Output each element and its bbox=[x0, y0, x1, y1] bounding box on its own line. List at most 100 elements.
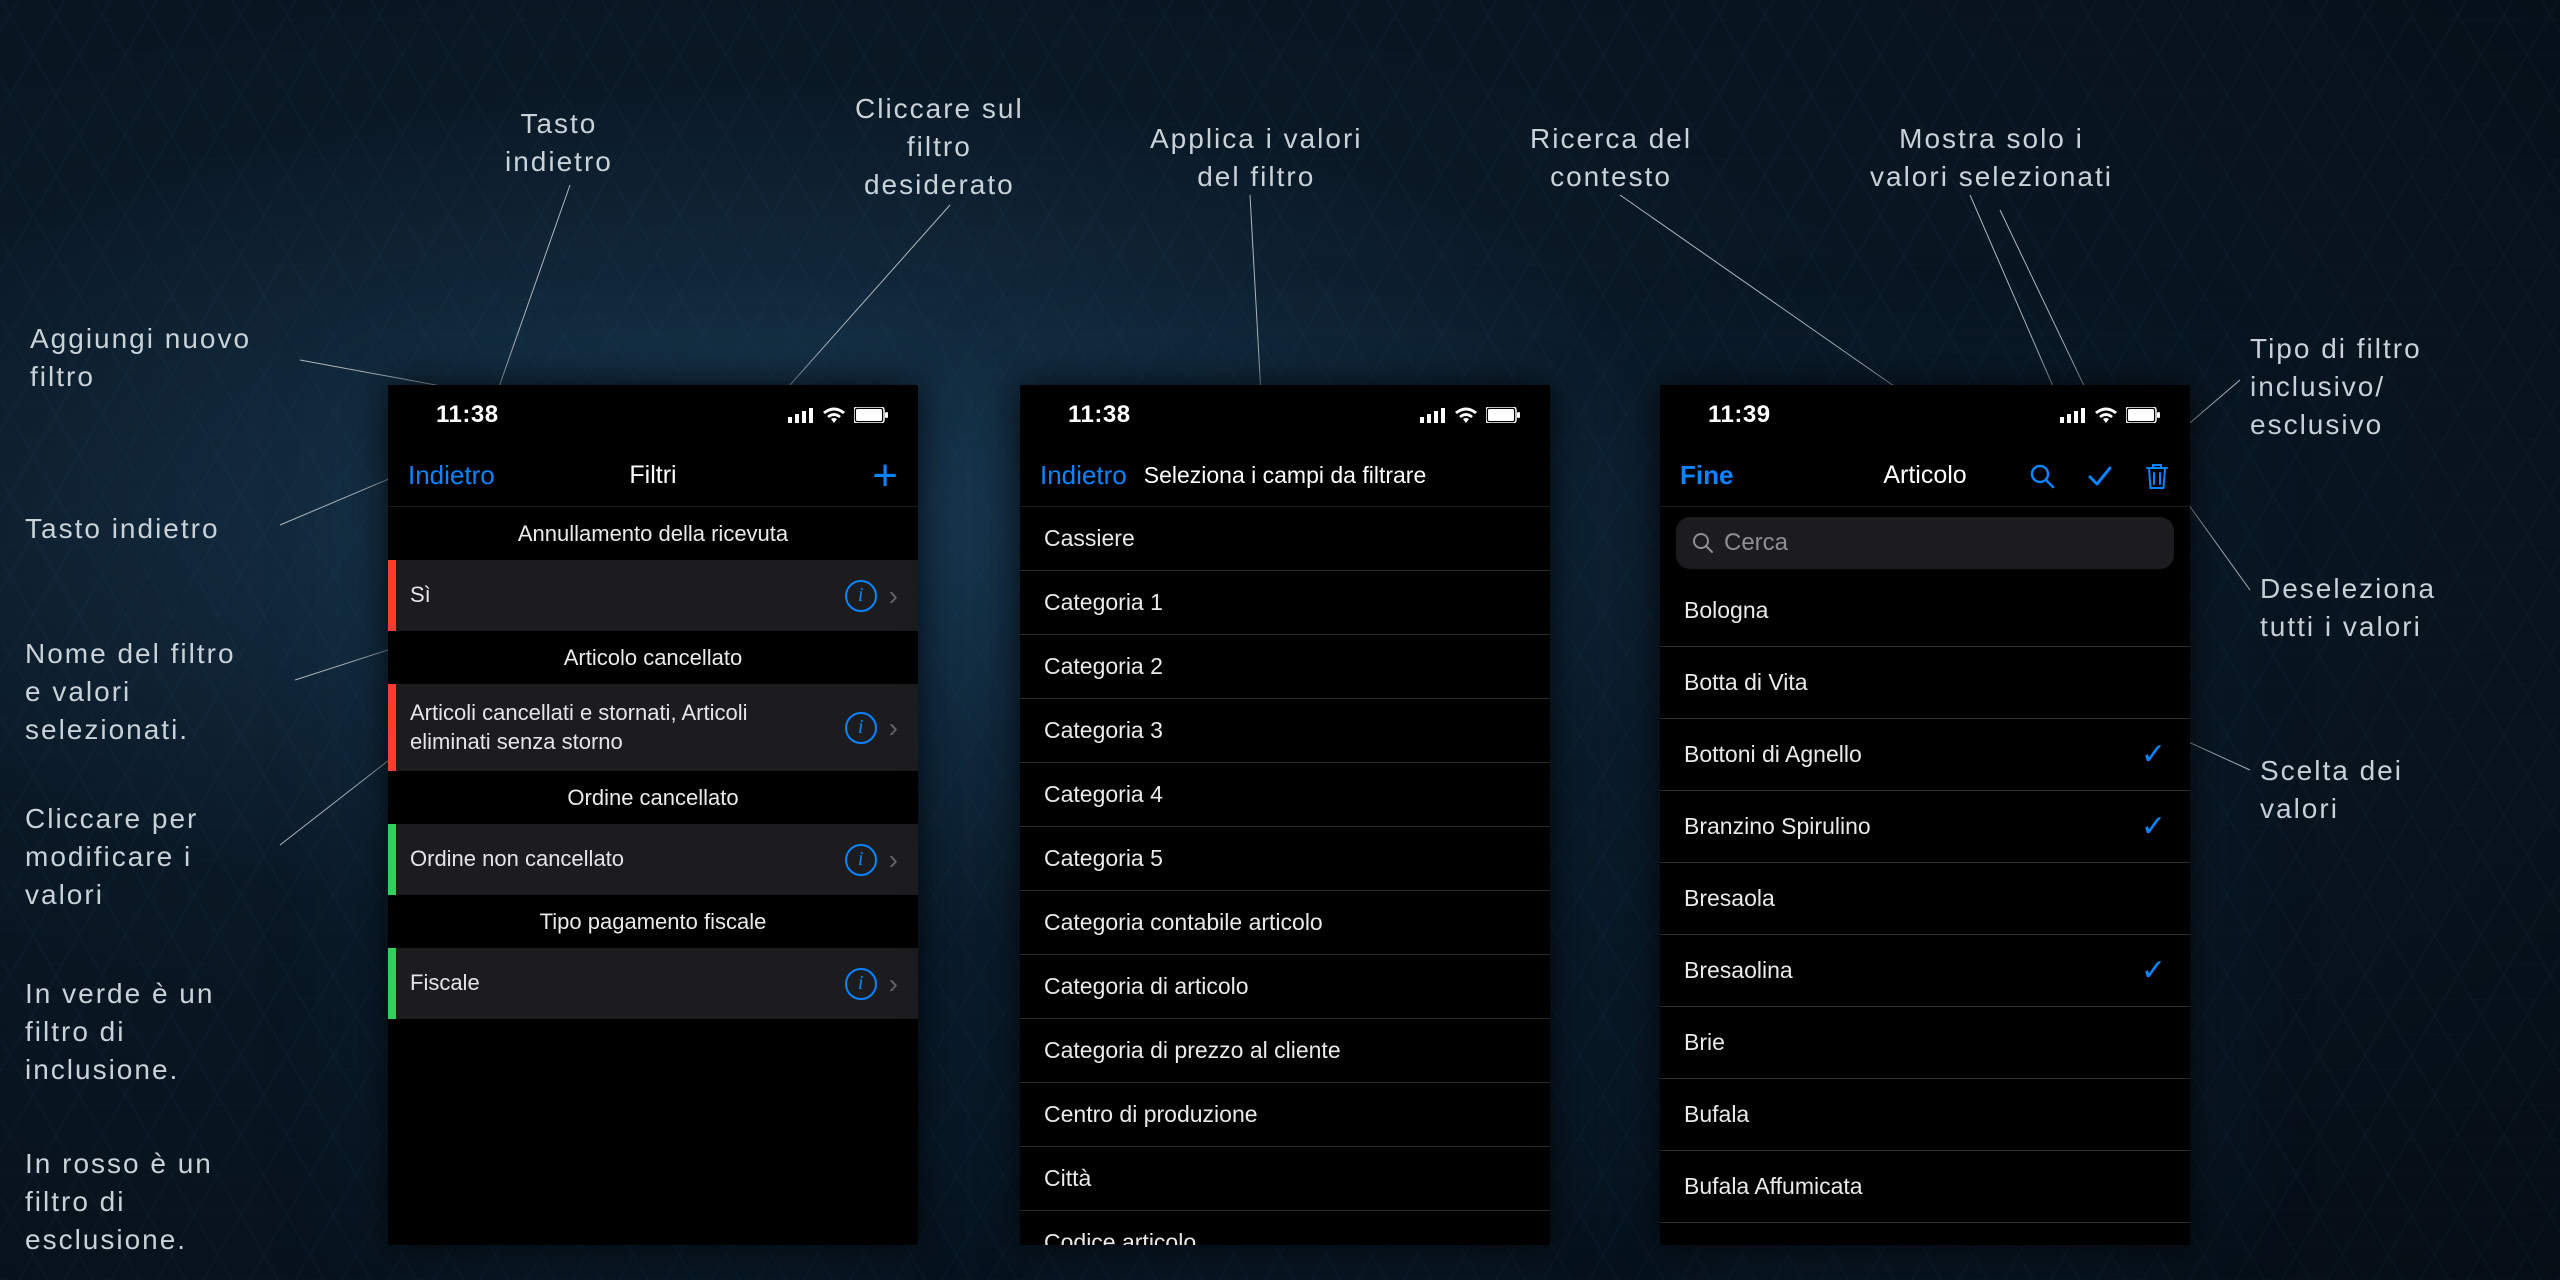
checkmark-icon: ✓ bbox=[2141, 737, 2166, 772]
value-row[interactable]: Botta di Vita✓ bbox=[1660, 647, 2190, 719]
value-row[interactable]: Bresaola ✓ bbox=[1660, 863, 2190, 935]
search-input[interactable]: Cerca bbox=[1676, 517, 2174, 569]
filter-section-header: Tipo pagamento fiscale bbox=[388, 895, 918, 947]
value-row[interactable]: Bufala ✓ bbox=[1660, 1079, 2190, 1151]
checkmark-icon: ✓ bbox=[2141, 1241, 2166, 1245]
nav-bar: Indietro Seleziona i campi da filtrare bbox=[1020, 445, 1550, 507]
search-glyph-icon bbox=[1692, 532, 1714, 554]
checkmark-icon: ✓ bbox=[2141, 809, 2166, 844]
battery-icon bbox=[1486, 407, 1522, 423]
value-label: Bufala Affumicata bbox=[1684, 1173, 1863, 1200]
status-bar: 11:38 bbox=[1020, 385, 1550, 445]
checkmark-icon: ✓ bbox=[2141, 881, 2166, 916]
value-label: Branzino Spirulino bbox=[1684, 813, 1871, 840]
field-row[interactable]: Cassiere bbox=[1020, 507, 1550, 571]
value-row[interactable]: Branzino Spirulino ✓ bbox=[1660, 791, 2190, 863]
annotation-apply-values: Applica i valoridel filtro bbox=[1150, 120, 1363, 196]
phone-fields: 11:38 Indietro Seleziona i campi da filt… bbox=[1020, 385, 1550, 1245]
chevron-right-icon: › bbox=[889, 968, 898, 1000]
annotation-select-values: Scelta deivalori bbox=[2260, 752, 2403, 828]
status-icons bbox=[1420, 406, 1522, 424]
phone-articolo: 11:39 Fine Articolo Cerca Bologna ✓ Botta … bbox=[1660, 385, 2190, 1245]
filter-row[interactable]: Ordine non cancellatoi › bbox=[388, 823, 918, 895]
info-icon[interactable]: i bbox=[845, 712, 877, 744]
field-row[interactable]: Categoria 1 bbox=[1020, 571, 1550, 635]
value-row[interactable]: Bresaolina ✓ bbox=[1660, 935, 2190, 1007]
annotation-back-top: Tastoindietro bbox=[505, 105, 613, 181]
filter-section-header: Articolo cancellato bbox=[388, 631, 918, 683]
nav-bar: Indietro Filtri + bbox=[388, 445, 918, 507]
filter-row[interactable]: Fiscalei › bbox=[388, 947, 918, 1019]
filter-row[interactable]: Sìi › bbox=[388, 559, 918, 631]
filter-section-header: Annullamento della ricevuta bbox=[388, 507, 918, 559]
field-row[interactable]: Codice articolo bbox=[1020, 1211, 1550, 1245]
back-button[interactable]: Indietro bbox=[1040, 460, 1127, 491]
value-row[interactable]: Burrata✓ bbox=[1660, 1223, 2190, 1245]
wifi-icon bbox=[1454, 406, 1478, 424]
filter-value: Fiscale bbox=[396, 955, 845, 1012]
status-time: 11:38 bbox=[1068, 401, 1131, 429]
status-bar: 11:38 bbox=[388, 385, 918, 445]
filter-section-header: Ordine cancellato bbox=[388, 771, 918, 823]
annotation-deselect-all: Deselezionatutti i valori bbox=[2260, 570, 2436, 646]
trash-icon[interactable] bbox=[2144, 461, 2170, 491]
check-icon[interactable] bbox=[2086, 462, 2114, 490]
value-row[interactable]: Brie ✓ bbox=[1660, 1007, 2190, 1079]
annotation-search-context: Ricerca delcontesto bbox=[1530, 120, 1692, 196]
field-row[interactable]: Categoria di prezzo al cliente bbox=[1020, 1019, 1550, 1083]
done-button[interactable]: Fine bbox=[1680, 460, 1733, 491]
field-row[interactable]: Categoria di articolo bbox=[1020, 955, 1550, 1019]
filter-edge-red bbox=[388, 684, 396, 771]
value-label: Bufala bbox=[1684, 1101, 1749, 1128]
field-row[interactable]: Categoria 2 bbox=[1020, 635, 1550, 699]
annotation-click-edit: Cliccare permodificare ivalori bbox=[25, 800, 198, 913]
info-icon[interactable]: i bbox=[845, 844, 877, 876]
filters-list: Annullamento della ricevutaSìi›Articolo … bbox=[388, 507, 918, 1019]
field-row[interactable]: Città bbox=[1020, 1147, 1550, 1211]
value-row[interactable]: Bottoni di Agnello ✓ bbox=[1660, 719, 2190, 791]
status-bar: 11:39 bbox=[1660, 385, 2190, 445]
checkmark-icon: ✓ bbox=[2141, 1025, 2166, 1060]
filter-edge-green bbox=[388, 824, 396, 895]
field-row[interactable]: Categoria 3 bbox=[1020, 699, 1550, 763]
annotation-back-left: Tasto indietro bbox=[25, 510, 220, 548]
signal-icon bbox=[788, 407, 814, 423]
fields-list: CassiereCategoria 1Categoria 2Categoria … bbox=[1020, 507, 1550, 1245]
chevron-right-icon: › bbox=[889, 712, 898, 744]
field-row[interactable]: Centro di produzione bbox=[1020, 1083, 1550, 1147]
value-label: Bologna bbox=[1684, 597, 1768, 624]
filter-value: Articoli cancellati e stornati, Articoli… bbox=[396, 685, 845, 770]
status-icons bbox=[2060, 406, 2162, 424]
value-row[interactable]: Bufala Affumicata✓ bbox=[1660, 1151, 2190, 1223]
value-label: Bottoni di Agnello bbox=[1684, 741, 1862, 768]
nav-bar: Fine Articolo bbox=[1660, 445, 2190, 507]
chevron-right-icon: › bbox=[889, 580, 898, 612]
chevron-right-icon: › bbox=[889, 844, 898, 876]
field-row[interactable]: Categoria contabile articolo bbox=[1020, 891, 1550, 955]
checkmark-icon: ✓ bbox=[2141, 1097, 2166, 1132]
field-row[interactable]: Categoria 4 bbox=[1020, 763, 1550, 827]
battery-icon bbox=[2126, 407, 2162, 423]
filter-value: Sì bbox=[396, 567, 845, 624]
value-label: Bresaolina bbox=[1684, 957, 1793, 984]
value-row[interactable]: Bologna ✓ bbox=[1660, 575, 2190, 647]
value-label: Bresaola bbox=[1684, 885, 1775, 912]
value-label: Brie bbox=[1684, 1029, 1725, 1056]
back-button[interactable]: Indietro bbox=[408, 460, 495, 491]
status-icons bbox=[788, 406, 890, 424]
annotation-filter-type: Tipo di filtroinclusivo/esclusivo bbox=[2250, 330, 2422, 443]
info-icon[interactable]: i bbox=[845, 580, 877, 612]
checkmark-icon: ✓ bbox=[2141, 953, 2166, 988]
filter-value: Ordine non cancellato bbox=[396, 831, 845, 888]
checkmark-icon: ✓ bbox=[2141, 593, 2166, 628]
field-row[interactable]: Categoria 5 bbox=[1020, 827, 1550, 891]
filter-row[interactable]: Articoli cancellati e stornati, Articoli… bbox=[388, 683, 918, 771]
search-icon[interactable] bbox=[2028, 462, 2056, 490]
info-icon[interactable]: i bbox=[845, 968, 877, 1000]
battery-icon bbox=[854, 407, 890, 423]
annotation-red-exclusion: In rosso è unfiltro diesclusione. bbox=[25, 1145, 213, 1258]
annotation-click-filter: Cliccare sulfiltrodesiderato bbox=[855, 90, 1024, 203]
add-filter-button[interactable]: + bbox=[872, 454, 898, 498]
annotation-add-filter: Aggiungi nuovofiltro bbox=[30, 320, 251, 396]
filter-edge-red bbox=[388, 560, 396, 631]
